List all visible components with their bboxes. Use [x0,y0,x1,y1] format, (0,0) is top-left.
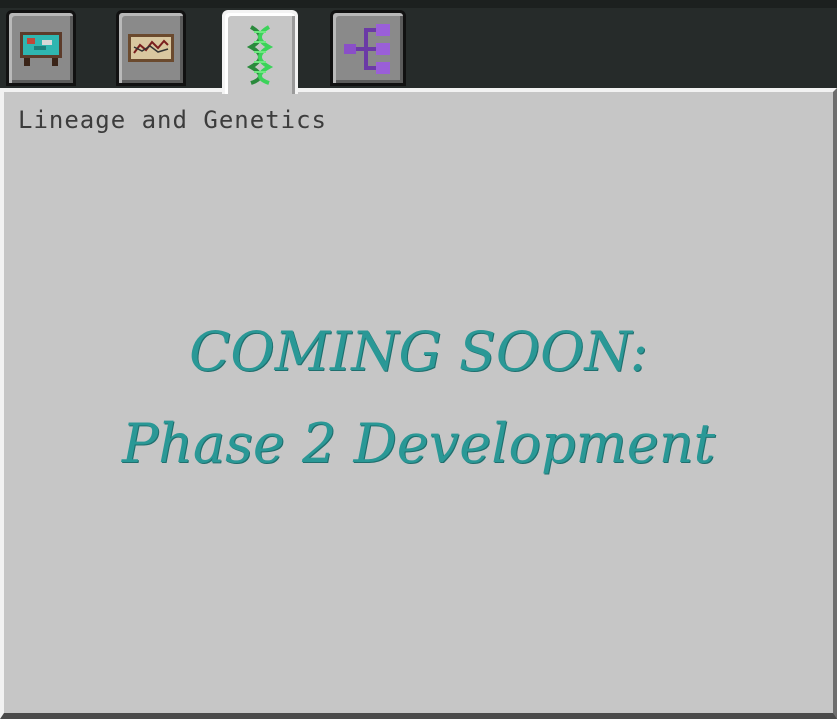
tab-lineage-genetics[interactable] [222,10,298,94]
tab-family-tree[interactable] [330,10,406,86]
tab-bar [0,0,837,94]
phase-message: Phase 2 Development [121,412,716,475]
coming-soon-heading: COMING SOON: [189,320,648,383]
genetics-screen: Lineage and Genetics COMING SOON: Phase … [0,0,837,719]
panel-title: Lineage and Genetics [18,106,327,134]
tab-overview[interactable] [6,10,76,86]
family-tree-icon [344,24,390,74]
dna-helix-icon [246,24,274,85]
tab-records[interactable] [116,10,186,86]
scroll-chart-icon [128,34,174,62]
map-table-icon [20,32,62,66]
genetics-panel: Lineage and Genetics COMING SOON: Phase … [0,88,837,719]
